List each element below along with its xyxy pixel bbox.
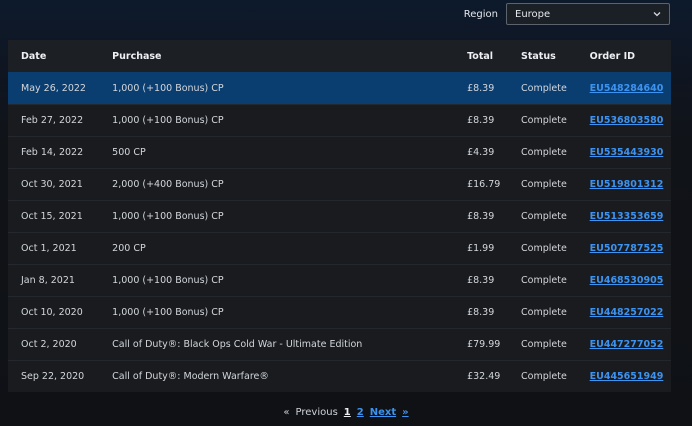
- cell-total: £8.39: [467, 307, 495, 318]
- order-id-link[interactable]: EU445651949: [590, 371, 664, 382]
- cell-date: Sep 22, 2020: [21, 371, 85, 382]
- table-row[interactable]: Oct 30, 2021 2,000 (+400 Bonus) CP £16.79 C…: [8, 168, 671, 200]
- order-id-link[interactable]: EU536803580: [590, 115, 664, 126]
- order-id-link[interactable]: EU507787525: [590, 243, 664, 254]
- cell-status: Complete: [521, 339, 567, 350]
- purchase-history-table: Date Purchase Total Status Order ID May …: [8, 40, 671, 392]
- cell-status: Complete: [521, 147, 567, 158]
- next-page-link[interactable]: Next: [370, 407, 396, 418]
- page-2-link[interactable]: 2: [357, 407, 364, 418]
- cell-date: Jan 8, 2021: [21, 275, 75, 286]
- cell-total: £16.79: [467, 179, 501, 190]
- table-header: Date Purchase Total Status Order ID: [8, 40, 671, 72]
- cell-total: £4.39: [467, 147, 495, 158]
- cell-purchase: 500 CP: [112, 147, 146, 158]
- cell-order-id: EU468530905: [590, 275, 671, 286]
- cell-status: Complete: [521, 211, 567, 222]
- order-id-link[interactable]: EU513353659: [590, 211, 664, 222]
- first-page-link[interactable]: «: [283, 407, 289, 418]
- table-row[interactable]: Oct 10, 2020 1,000 (+100 Bonus) CP £8.39 Co…: [8, 296, 671, 328]
- cell-order-id: EU445651949: [590, 371, 671, 382]
- header-total: Total: [467, 50, 494, 62]
- cell-total: £79.99: [467, 339, 501, 350]
- last-page-link[interactable]: »: [402, 407, 408, 418]
- cell-date: Oct 1, 2021: [21, 243, 77, 254]
- table-row[interactable]: Oct 2, 2020 Call of Duty®: Black Ops Cold…: [8, 328, 671, 360]
- cell-total: £8.39: [467, 83, 495, 94]
- header-status: Status: [521, 50, 556, 62]
- chevron-down-icon: [653, 12, 661, 17]
- cell-purchase: 1,000 (+100 Bonus) CP: [112, 83, 224, 94]
- cell-order-id: EU507787525: [590, 243, 671, 254]
- order-id-link[interactable]: EU519801312: [590, 179, 664, 190]
- cell-date: Feb 27, 2022: [21, 115, 84, 126]
- header-order-id: Order ID: [589, 50, 636, 62]
- cell-total: £32.49: [467, 371, 501, 382]
- cell-total: £8.39: [467, 211, 495, 222]
- cell-status: Complete: [521, 307, 567, 318]
- table-row[interactable]: Oct 1, 2021 200 CP £1.99 Complete EU50778752…: [8, 232, 671, 264]
- pagination: « Previous 1 2 Next »: [0, 404, 692, 420]
- page-1-link[interactable]: 1: [344, 407, 351, 418]
- region-select[interactable]: Europe: [506, 3, 670, 25]
- order-id-link[interactable]: EU468530905: [590, 275, 664, 286]
- region-label: Region: [463, 9, 498, 20]
- cell-total: £8.39: [467, 115, 495, 126]
- cell-order-id: EU535443930: [590, 147, 671, 158]
- cell-status: Complete: [521, 371, 567, 382]
- order-id-link[interactable]: EU548284640: [590, 83, 664, 94]
- cell-date: Oct 2, 2020: [21, 339, 77, 350]
- cell-total: £1.99: [467, 243, 495, 254]
- cell-order-id: EU519801312: [590, 179, 671, 190]
- cell-purchase: 1,000 (+100 Bonus) CP: [112, 275, 224, 286]
- region-bar: Region Europe: [0, 0, 692, 34]
- cell-purchase: 1,000 (+100 Bonus) CP: [112, 307, 224, 318]
- cell-purchase: 2,000 (+400 Bonus) CP: [112, 179, 224, 190]
- cell-purchase: 1,000 (+100 Bonus) CP: [112, 115, 224, 126]
- cell-date: Oct 10, 2020: [21, 307, 83, 318]
- table-row[interactable]: Feb 14, 2022 500 CP £4.39 Complete EU5354439…: [8, 136, 671, 168]
- cell-status: Complete: [521, 243, 567, 254]
- cell-date: May 26, 2022: [21, 83, 86, 94]
- cell-status: Complete: [521, 83, 567, 94]
- order-id-link[interactable]: EU448257022: [590, 307, 664, 318]
- previous-page-link[interactable]: Previous: [296, 407, 338, 418]
- cell-date: Oct 15, 2021: [21, 211, 83, 222]
- cell-order-id: EU513353659: [590, 211, 671, 222]
- cell-order-id: EU448257022: [590, 307, 671, 318]
- cell-order-id: EU536803580: [590, 115, 671, 126]
- cell-status: Complete: [521, 115, 567, 126]
- table-row[interactable]: Feb 27, 2022 1,000 (+100 Bonus) CP £8.39 Co…: [8, 104, 671, 136]
- table-row[interactable]: Oct 15, 2021 1,000 (+100 Bonus) CP £8.39 Co…: [8, 200, 671, 232]
- cell-purchase: Call of Duty®: Modern Warfare®: [112, 371, 269, 382]
- cell-order-id: EU447277052: [590, 339, 671, 350]
- cell-purchase: 200 CP: [112, 243, 146, 254]
- cell-status: Complete: [521, 179, 567, 190]
- cell-status: Complete: [521, 275, 567, 286]
- cell-total: £8.39: [467, 275, 495, 286]
- order-id-link[interactable]: EU447277052: [590, 339, 664, 350]
- table-row[interactable]: Jan 8, 2021 1,000 (+100 Bonus) CP £8.39 Com…: [8, 264, 671, 296]
- cell-purchase: 1,000 (+100 Bonus) CP: [112, 211, 224, 222]
- table-body: May 26, 2022 1,000 (+100 Bonus) CP £8.39 Co…: [8, 72, 671, 392]
- cell-date: Feb 14, 2022: [21, 147, 84, 158]
- cell-date: Oct 30, 2021: [21, 179, 83, 190]
- header-purchase: Purchase: [112, 50, 162, 62]
- header-date: Date: [21, 50, 47, 62]
- order-id-link[interactable]: EU535443930: [590, 147, 664, 158]
- table-row[interactable]: May 26, 2022 1,000 (+100 Bonus) CP £8.39 Co…: [8, 72, 671, 104]
- cell-order-id: EU548284640: [590, 83, 671, 94]
- cell-purchase: Call of Duty®: Black Ops Cold War - Ulti…: [112, 339, 363, 350]
- region-select-value: Europe: [515, 9, 551, 20]
- table-row[interactable]: Sep 22, 2020 Call of Duty®: Modern Warfar…: [8, 360, 671, 392]
